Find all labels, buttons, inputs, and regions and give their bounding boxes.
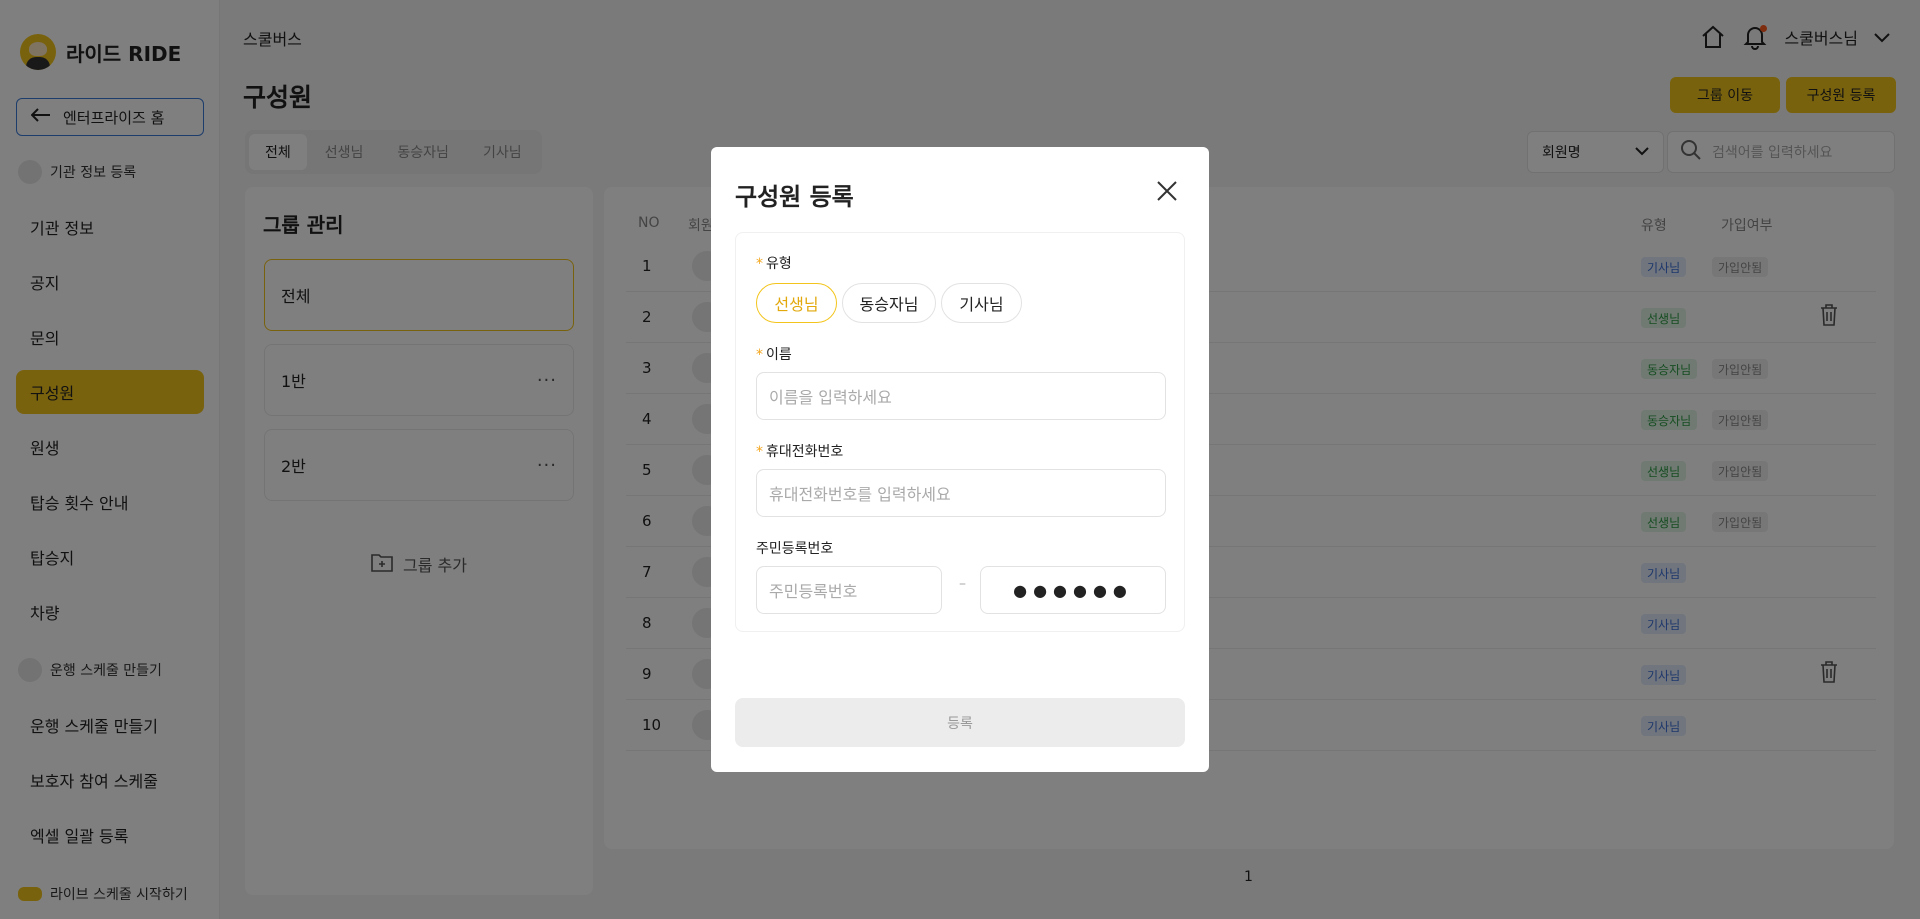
member-form: * 유형 선생님 동승자님 기사님 * 이름 이름을 입력하세요 * 휴대전화번호 휴… bbox=[735, 232, 1185, 632]
rrn-front-placeholder: 주민등록번호 bbox=[769, 582, 858, 601]
name-label: * 이름 bbox=[756, 347, 792, 363]
submit-button[interactable]: 등록 bbox=[735, 698, 1185, 747]
name-placeholder: 이름을 입력하세요 bbox=[769, 388, 892, 407]
close-icon[interactable] bbox=[1153, 177, 1181, 205]
type-chip-driver[interactable]: 기사님 bbox=[941, 283, 1022, 323]
type-chip-teacher[interactable]: 선생님 bbox=[756, 283, 837, 323]
rrn-back-field[interactable]: ●●●●●● bbox=[980, 566, 1166, 614]
phone-field[interactable]: 휴대전화번호를 입력하세요 bbox=[756, 469, 1166, 517]
type-chip-rider[interactable]: 동승자님 bbox=[842, 283, 936, 323]
phone-label: * 휴대전화번호 bbox=[756, 444, 844, 460]
name-field[interactable]: 이름을 입력하세요 bbox=[756, 372, 1166, 420]
rrn-dash: – bbox=[959, 576, 966, 592]
rrn-label: 주민등록번호 bbox=[756, 541, 834, 557]
rrn-front-field[interactable]: 주민등록번호 bbox=[756, 566, 942, 614]
register-member-modal: 구성원 등록 * 유형 선생님 동승자님 기사님 * 이름 이름을 입력하세요 * 휴… bbox=[711, 147, 1209, 772]
phone-placeholder: 휴대전화번호를 입력하세요 bbox=[769, 485, 951, 504]
modal-title: 구성원 등록 bbox=[735, 183, 854, 211]
type-label: * 유형 bbox=[756, 256, 792, 272]
